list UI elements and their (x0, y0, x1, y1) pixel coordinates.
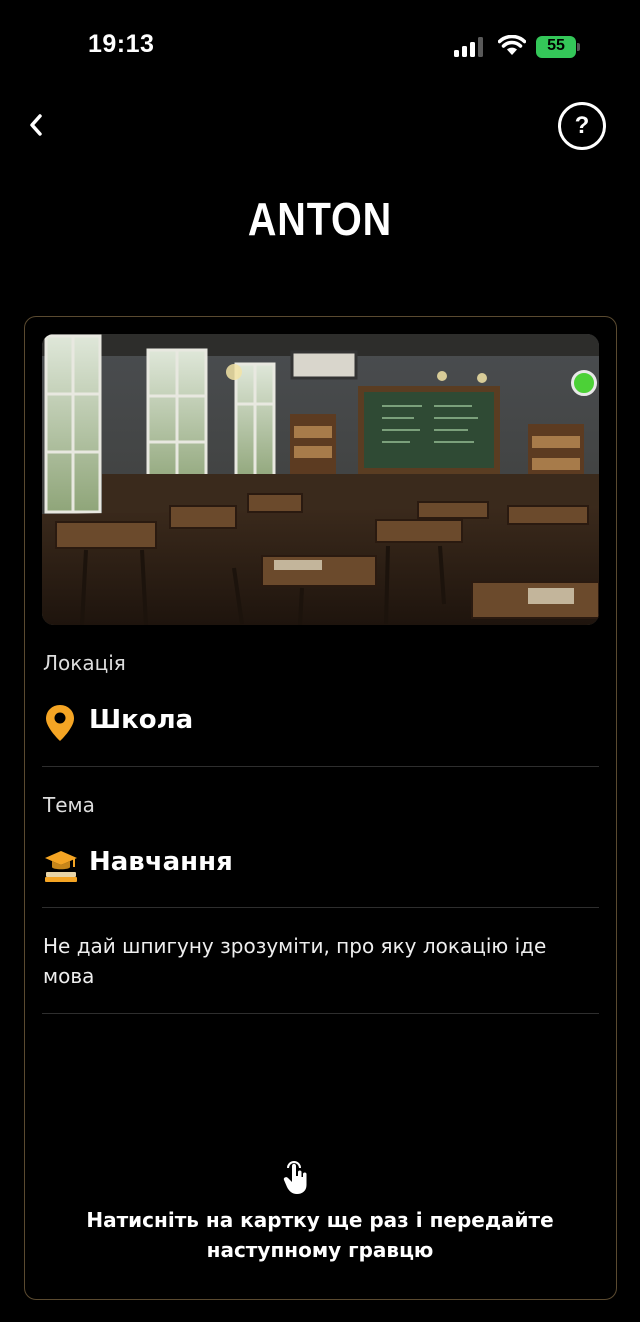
help-button[interactable]: ? (558, 102, 606, 150)
back-button[interactable] (18, 106, 58, 146)
theme-label: Тема (43, 793, 95, 817)
location-label: Локація (43, 651, 126, 675)
help-icon: ? (574, 112, 590, 139)
cellular-signal-icon (454, 37, 483, 57)
map-pin-icon (46, 705, 74, 741)
divider (42, 1013, 599, 1014)
location-value: Школа (89, 705, 194, 735)
classroom-illustration (42, 334, 599, 625)
location-image (42, 334, 599, 625)
theme-value: Навчання (89, 847, 233, 877)
divider (42, 766, 599, 767)
wifi-icon (498, 35, 526, 55)
chevron-left-icon (30, 114, 42, 136)
status-bar: 19:13 55 (0, 0, 640, 96)
divider (42, 907, 599, 908)
tap-hand-icon (283, 1161, 307, 1194)
status-time: 19:13 (88, 30, 155, 58)
status-indicator (571, 370, 597, 396)
graduation-cap-books-icon (45, 851, 77, 882)
role-card[interactable]: Локація Школа Тема Навчання Не дай шпигу… (24, 316, 617, 1300)
footer-instruction: Натисніть на картку ще раз і передайте н… (86, 1208, 554, 1262)
battery-icon: 55 (536, 36, 580, 58)
battery-percent: 55 (547, 37, 565, 54)
hint-text: Не дай шпигуну зрозуміти, про яку локаці… (43, 934, 547, 988)
player-name: ANTON (247, 193, 393, 245)
battery-cap (577, 43, 580, 51)
